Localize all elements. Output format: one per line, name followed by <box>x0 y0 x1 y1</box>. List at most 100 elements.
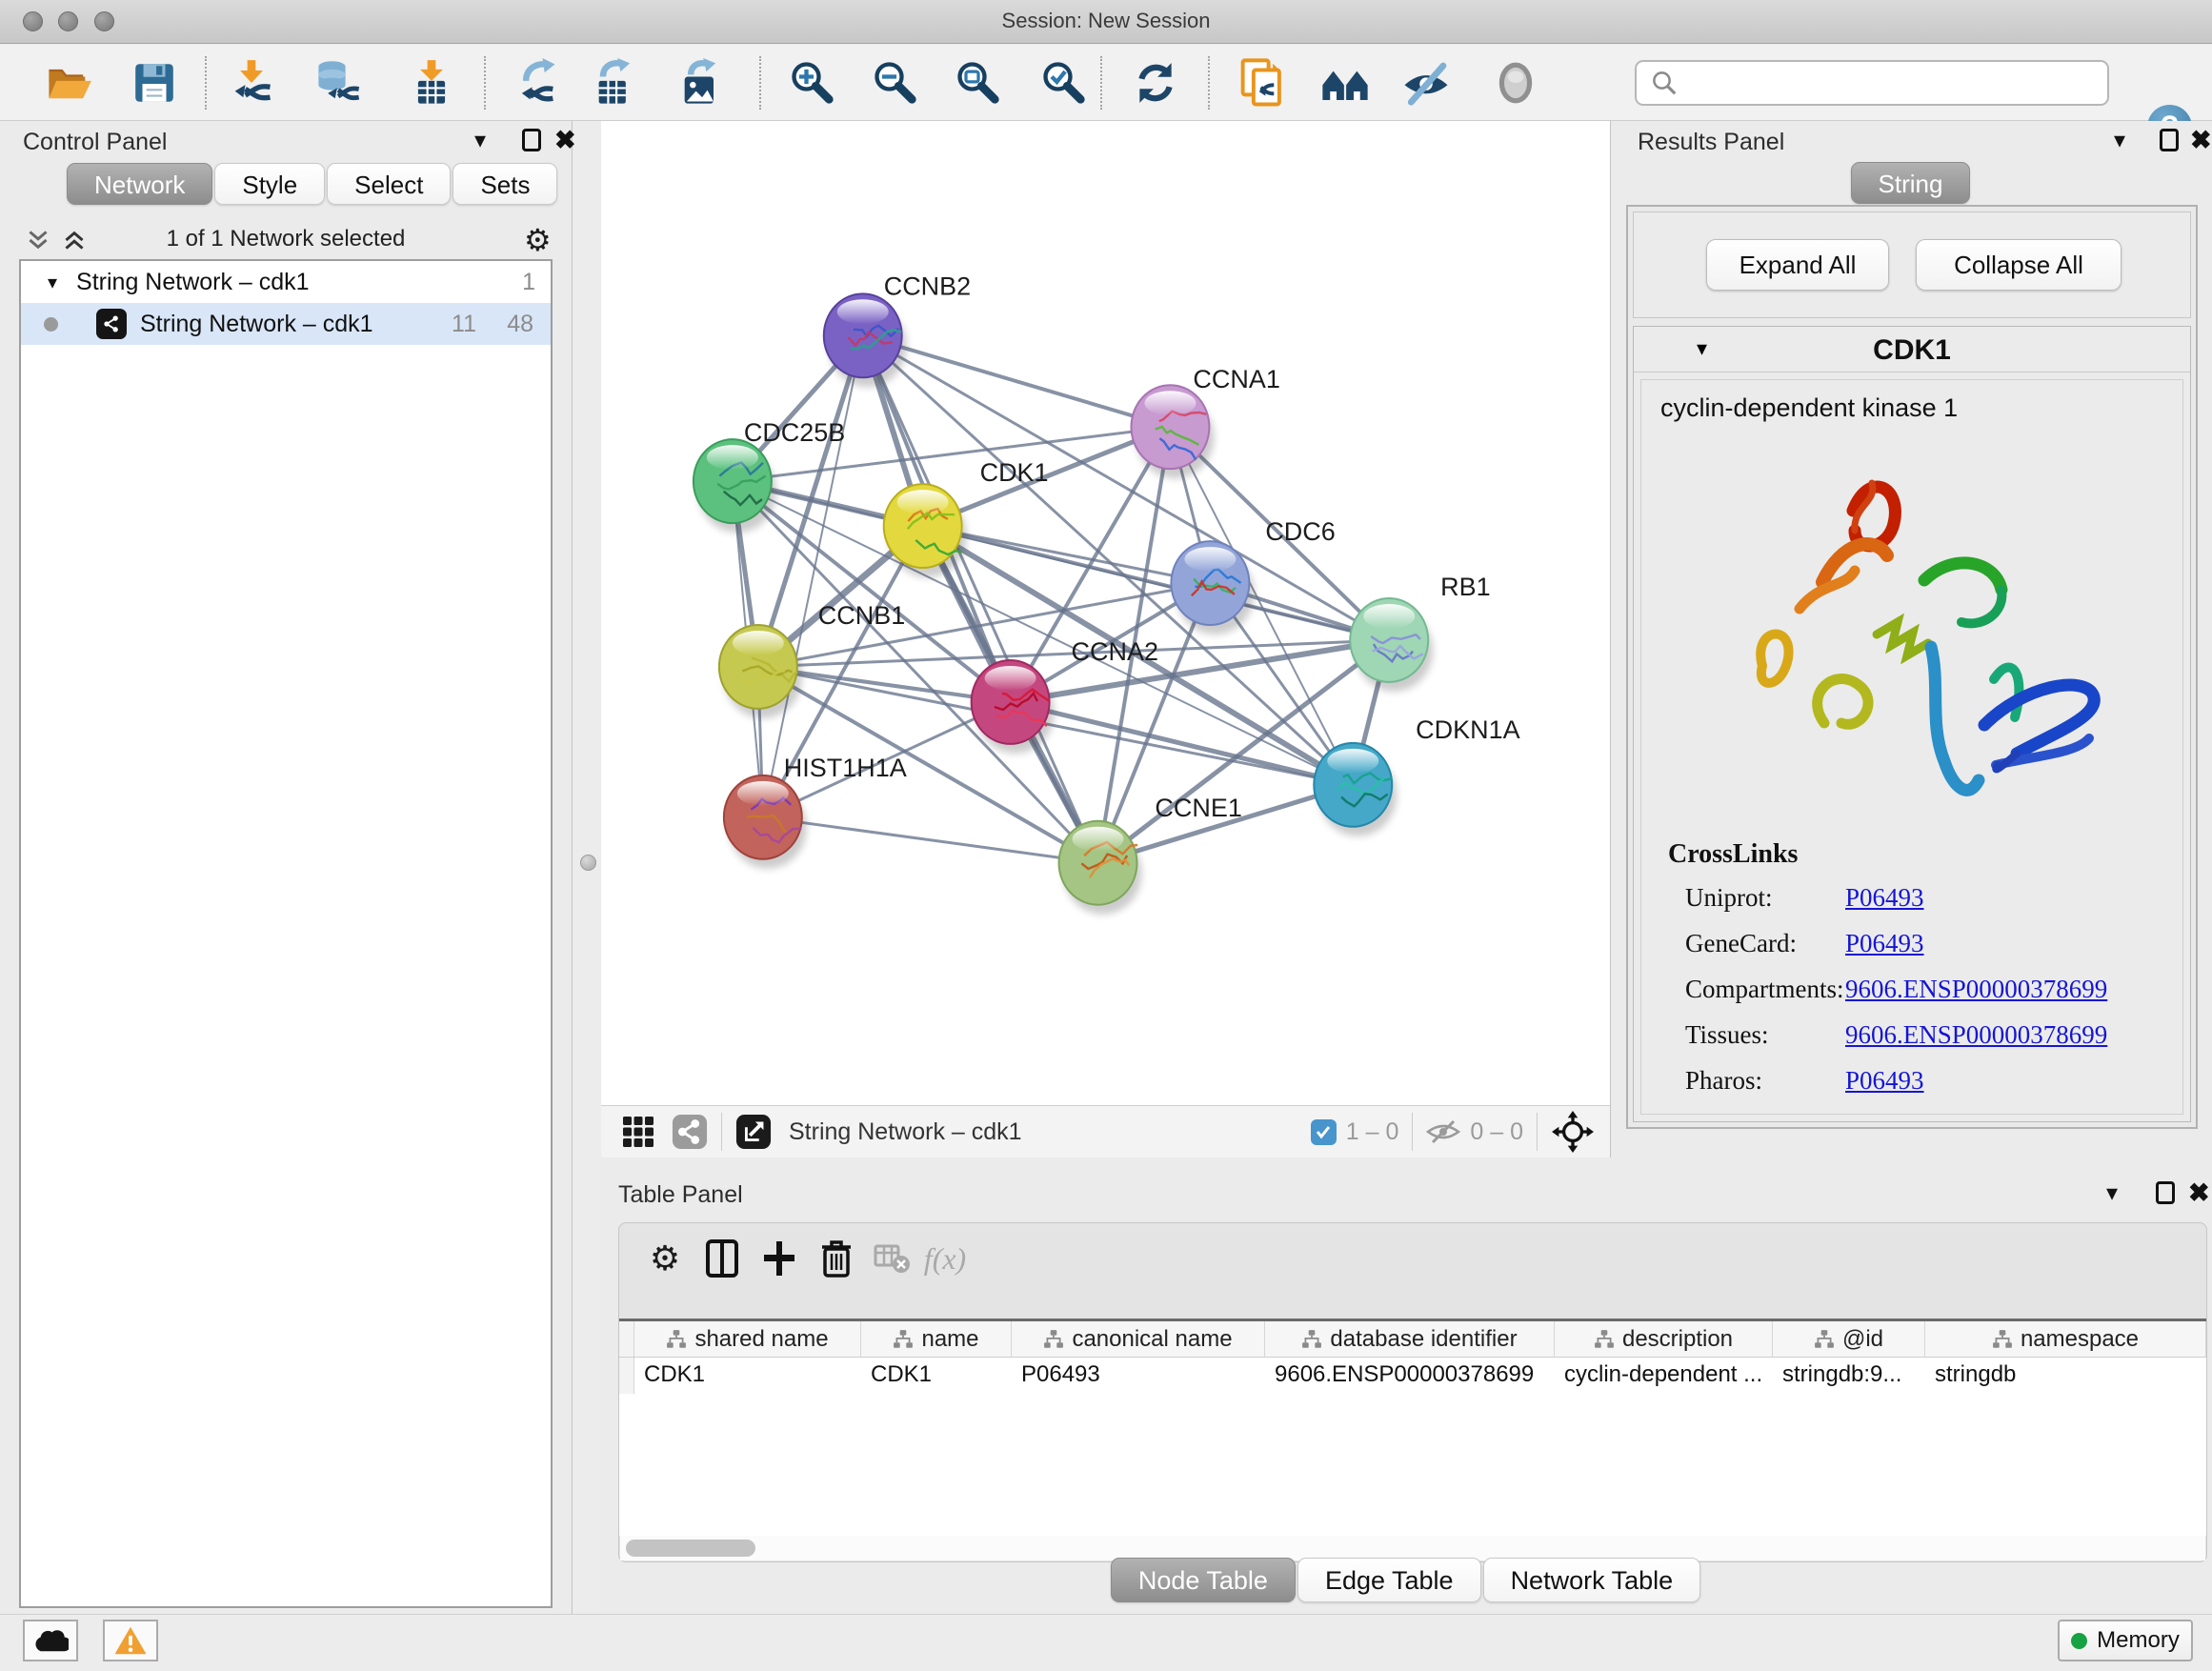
crosslink-link[interactable]: 9606.ENSP00000378699 <box>1845 1020 2107 1050</box>
add-column-icon[interactable] <box>756 1237 802 1280</box>
zoom-out-icon[interactable] <box>868 54 923 111</box>
cell-namespace[interactable]: stringdb <box>1925 1358 2206 1394</box>
cell-description[interactable]: cyclin-dependent ... <box>1555 1358 1773 1394</box>
column-header-canonical-name[interactable]: canonical name <box>1012 1321 1265 1357</box>
column-header-database-identifier[interactable]: database identifier <box>1265 1321 1555 1357</box>
cell-canonical-name[interactable]: P06493 <box>1012 1358 1265 1394</box>
delete-column-icon[interactable] <box>814 1237 859 1280</box>
table-panel-close-icon[interactable]: ✖ <box>2188 1181 2210 1204</box>
edge-CCNB2-HIST1H1A[interactable] <box>763 335 863 817</box>
cell-name[interactable]: CDK1 <box>861 1358 1012 1394</box>
table-row[interactable]: CDK1CDK1P064939606.ENSP00000378699cyclin… <box>619 1358 2206 1394</box>
tab-network[interactable]: Network <box>67 163 212 205</box>
node-CCNB2[interactable]: CCNB2 <box>824 272 971 387</box>
column-header-namespace[interactable]: namespace <box>1925 1321 2206 1357</box>
edge-CCNB2-RB1[interactable] <box>863 335 1389 640</box>
node-CDKN1A[interactable]: CDKN1A <box>1314 715 1519 836</box>
tab-sets[interactable]: Sets <box>452 163 557 205</box>
import-network-icon[interactable] <box>224 54 279 111</box>
results-panel-title: Results Panel <box>1638 129 1784 156</box>
open-in-new-window-icon[interactable] <box>735 1114 772 1150</box>
tab-edge-table[interactable]: Edge Table <box>1297 1558 1481 1602</box>
hidden-node-edge-counts: 0 – 0 <box>1470 1118 1523 1146</box>
node-CCNA1[interactable]: CCNA1 <box>1131 365 1279 478</box>
left-splitter-handle[interactable] <box>580 855 596 871</box>
tab-style[interactable]: Style <box>214 163 325 205</box>
first-neighbors-icon[interactable] <box>1317 54 1373 111</box>
tab-node-table[interactable]: Node Table <box>1111 1558 1296 1602</box>
toolbar-separator <box>759 56 761 110</box>
column-header--id[interactable]: @id <box>1773 1321 1925 1357</box>
protein-entry-header[interactable]: ▾ CDK1 <box>1634 327 2190 372</box>
export-network-icon[interactable] <box>509 54 564 111</box>
node-HIST1H1A[interactable]: HIST1H1A <box>724 754 907 869</box>
scrollbar-thumb[interactable] <box>626 1540 755 1557</box>
clear-table-icon[interactable] <box>869 1237 915 1280</box>
cell-database-identifier[interactable]: 9606.ENSP00000378699 <box>1265 1358 1555 1394</box>
results-panel-collapse-icon[interactable]: ▾ <box>2114 127 2125 154</box>
node-CDC25B[interactable]: CDC25B <box>694 418 845 533</box>
export-image-icon[interactable] <box>674 54 729 111</box>
row-grip-header <box>619 1321 634 1357</box>
column-header-description[interactable]: description <box>1555 1321 1773 1357</box>
table-panel-collapse-icon[interactable]: ▾ <box>2106 1179 2118 1207</box>
crosslink-link[interactable]: P06493 <box>1845 1066 1924 1096</box>
crosslink-row: Uniprot:P06493 <box>1668 883 2163 913</box>
column-header-shared-name[interactable]: shared name <box>634 1321 861 1357</box>
cell--id[interactable]: stringdb:9... <box>1773 1358 1925 1394</box>
column-header-name[interactable]: name <box>861 1321 1012 1357</box>
network-canvas[interactable]: CCNB2CCNA1CDC25BCDK1CDC6RB1CCNB1CCNA2CDK… <box>601 121 1610 1105</box>
edge-CCNE1-HIST1H1A[interactable] <box>763 817 1098 863</box>
save-session-icon[interactable] <box>127 54 182 111</box>
grid-view-icon[interactable] <box>622 1116 654 1148</box>
node-CCNE1[interactable]: CCNE1 <box>1059 794 1242 915</box>
crosslink-link[interactable]: 9606.ENSP00000378699 <box>1845 975 2107 1004</box>
table-gear-icon[interactable]: ⚙ <box>642 1237 688 1280</box>
toolbar-separator <box>1208 56 1210 110</box>
show-columns-icon[interactable] <box>699 1237 745 1280</box>
hide-selected-icon[interactable] <box>1398 54 1454 111</box>
search-input[interactable] <box>1686 64 2107 102</box>
node-RB1[interactable]: RB1 <box>1350 573 1490 692</box>
birds-eye-share-icon[interactable] <box>672 1114 708 1150</box>
import-network-from-database-icon[interactable] <box>311 54 366 111</box>
function-builder-icon[interactable]: f(x) <box>922 1237 968 1280</box>
clone-network-icon[interactable] <box>1236 54 1291 111</box>
cloud-status-button[interactable] <box>23 1620 78 1661</box>
crosslink-link[interactable]: P06493 <box>1845 883 1924 913</box>
expand-all-button[interactable]: Expand All <box>1706 239 1889 291</box>
gear-icon[interactable]: ⚙ <box>524 222 552 258</box>
open-session-icon[interactable] <box>41 54 96 111</box>
control-panel-float-icon[interactable] <box>522 129 541 151</box>
collapse-all-button[interactable]: Collapse All <box>1916 239 2122 291</box>
apply-layout-icon[interactable] <box>1128 54 1183 111</box>
network-collection-row[interactable]: ▾ String Network – cdk1 1 <box>21 261 551 303</box>
zoom-selected-icon[interactable] <box>1036 54 1092 111</box>
import-table-icon[interactable] <box>404 54 459 111</box>
show-all-icon[interactable] <box>1488 54 1543 111</box>
results-panel-float-icon[interactable] <box>2160 129 2179 151</box>
selected-checkbox-icon[interactable] <box>1311 1119 1337 1145</box>
control-panel-collapse-icon[interactable]: ▾ <box>474 127 486 154</box>
edge-CCNB2-CCNE1[interactable] <box>863 335 1098 862</box>
table-panel-float-icon[interactable] <box>2156 1181 2175 1204</box>
search-field[interactable] <box>1635 60 2109 106</box>
export-table-icon[interactable] <box>588 54 643 111</box>
node-table-box: ⚙ f(x) shared namenamecanonical namedata… <box>618 1222 2207 1562</box>
tab-select[interactable]: Select <box>327 163 451 205</box>
control-panel-close-icon[interactable]: ✖ <box>554 129 576 151</box>
tab-network-table[interactable]: Network Table <box>1483 1558 1701 1602</box>
crosslink-link[interactable]: P06493 <box>1845 929 1924 958</box>
tab-string[interactable]: String <box>1851 162 1971 204</box>
birds-eye-toggle-icon[interactable] <box>1551 1110 1595 1154</box>
zoom-in-icon[interactable] <box>785 54 840 111</box>
warnings-button[interactable] <box>103 1620 158 1661</box>
edge-CCNB2-CCNA1[interactable] <box>863 335 1171 427</box>
fit-content-icon[interactable] <box>951 54 1006 111</box>
results-panel-close-icon[interactable]: ✖ <box>2190 129 2212 151</box>
memory-button[interactable]: Memory <box>2058 1620 2193 1661</box>
network-row[interactable]: String Network – cdk1 11 48 <box>21 303 551 345</box>
cell-shared-name[interactable]: CDK1 <box>634 1358 861 1394</box>
node-label-CDC6: CDC6 <box>1265 517 1335 546</box>
tree-expand-icon[interactable]: ▾ <box>48 271 57 294</box>
